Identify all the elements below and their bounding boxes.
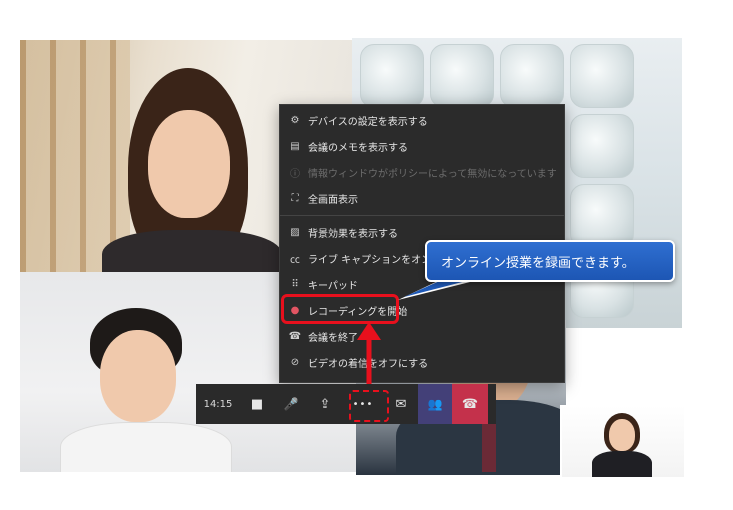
info-icon: ⓘ [290, 168, 300, 180]
menu-item-label: キーパッド [308, 280, 358, 292]
recording-highlight-box [281, 294, 399, 324]
participants-icon: 👥 [427, 397, 443, 411]
menu-item-label: 会議を終了 [308, 332, 358, 344]
menu-divider [280, 215, 564, 216]
chat-icon: ✉ [395, 396, 407, 412]
participant-torso [592, 451, 652, 477]
callout-bubble: オンライン授業を録画できます。 [425, 240, 675, 282]
gear-icon: ⚙ [290, 114, 300, 126]
participant-face [100, 330, 176, 422]
hangup-icon: ☎ [461, 396, 479, 412]
menu-item-fullscreen[interactable]: ⛶ 全画面表示 [280, 186, 564, 210]
camera-button[interactable]: ■ [240, 384, 274, 424]
mic-button[interactable]: 🎤 [274, 384, 308, 424]
menu-item-device-settings[interactable]: ⚙ デバイスの設定を表示する [280, 108, 564, 132]
menu-item-label: ビデオの着信をオフにする [308, 358, 429, 370]
menu-item-meeting-notes[interactable]: ▤ 会議のメモを表示する [280, 134, 564, 158]
keypad-icon: ⠿ [291, 278, 299, 290]
participant-face [609, 419, 635, 451]
fullscreen-icon: ⛶ [291, 192, 299, 204]
hang-up-button[interactable]: ☎ [452, 384, 488, 424]
mic-icon: 🎤 [283, 397, 299, 411]
participants-button[interactable]: 👥 [418, 384, 452, 424]
participant-torso [60, 422, 232, 472]
share-icon: ⇪ [319, 396, 331, 412]
menu-item-label: 情報ウィンドウがポリシーによって無効になっています [308, 168, 557, 180]
menu-item-label: 会議のメモを表示する [308, 142, 408, 154]
glass-block [360, 44, 424, 108]
chat-button[interactable]: ✉ [384, 384, 418, 424]
glass-block [570, 44, 634, 108]
glass-block [430, 44, 494, 108]
meeting-timer: 14:15 [203, 398, 233, 410]
menu-item-end-meeting[interactable]: ☎ 会議を終了 [280, 324, 564, 348]
video-off-icon: ⊘ [290, 356, 300, 368]
participant-face [148, 110, 230, 218]
glass-block [570, 114, 634, 178]
share-button[interactable]: ⇪ [308, 384, 342, 424]
menu-item-label: 全画面表示 [308, 194, 358, 206]
background-effects-icon: ▨ [290, 226, 300, 238]
menu-item-info-disabled: ⓘ 情報ウィンドウがポリシーによって無効になっています [280, 160, 564, 184]
captions-icon: ㏄ [290, 254, 300, 266]
meeting-stage: ⚙ デバイスの設定を表示する ▤ 会議のメモを表示する ⓘ 情報ウィンドウがポリ… [0, 0, 733, 510]
video-tile-woman-suit [560, 405, 684, 477]
glass-block [500, 44, 564, 108]
menu-item-label: デバイスの設定を表示する [308, 116, 428, 128]
glass-block [570, 184, 634, 248]
more-button-highlight [349, 390, 389, 422]
callout-text: オンライン授業を録画できます。 [441, 255, 635, 271]
notes-icon: ▤ [290, 140, 300, 152]
meeting-toolbar: 14:15 ■ 🎤 ⇪ ••• ✉ 👥 ☎ [196, 384, 496, 424]
participant-torso [102, 230, 282, 275]
camera-icon: ■ [250, 396, 264, 412]
end-meeting-icon: ☎ [288, 330, 302, 342]
menu-item-turn-off-incoming-video[interactable]: ⊘ ビデオの着信をオフにする [280, 350, 564, 374]
menu-item-label: 背景効果を表示する [308, 228, 398, 240]
